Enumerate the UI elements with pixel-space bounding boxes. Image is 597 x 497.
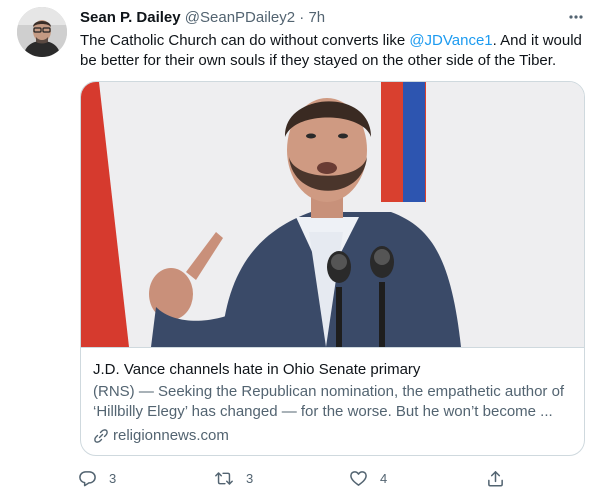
card-domain-text: religionnews.com xyxy=(113,427,229,444)
card-description-line: (RNS) — Seeking the Republican nominatio… xyxy=(93,383,565,400)
like-icon xyxy=(350,470,367,486)
avatar-image xyxy=(17,7,67,57)
like-button[interactable]: 4 xyxy=(349,467,387,489)
reply-icon xyxy=(79,470,96,486)
author-name[interactable]: Sean P. Dailey xyxy=(80,9,181,26)
retweet-button[interactable]: 3 xyxy=(214,467,253,489)
card-description: (RNS) — Seeking the Republican nominatio… xyxy=(93,382,573,422)
card-text-area[interactable]: J.D. Vance channels hate in Ohio Senate … xyxy=(81,347,584,455)
reply-button[interactable]: 3 xyxy=(78,467,116,489)
more-options-button[interactable] xyxy=(562,6,590,28)
retweet-icon xyxy=(215,471,233,485)
mention-link[interactable]: @JDVance1 xyxy=(409,32,492,49)
like-count: 4 xyxy=(380,470,388,486)
tweet-text: The Catholic Church can do without conve… xyxy=(80,31,585,71)
reply-count: 3 xyxy=(109,470,117,486)
link-icon xyxy=(94,429,108,443)
retweet-count: 3 xyxy=(246,470,254,486)
separator-dot: · xyxy=(299,9,305,26)
tweet-timestamp[interactable]: 7h xyxy=(308,9,325,26)
avatar[interactable] xyxy=(17,7,67,57)
share-icon xyxy=(488,470,503,486)
card-photo xyxy=(81,82,584,347)
card-domain[interactable]: religionnews.com xyxy=(93,426,229,446)
card-description-line: ‘Hillbilly Elegy’ has changed — for the … xyxy=(93,403,553,420)
tweet[interactable]: Sean P. Dailey @SeanPDailey2 · 7h The Ca… xyxy=(0,0,597,497)
card-title[interactable]: J.D. Vance channels hate in Ohio Senate … xyxy=(93,360,420,380)
tweet-text-part: The Catholic Church can do without conve… xyxy=(80,32,410,49)
author-handle[interactable]: @SeanPDailey2 xyxy=(185,9,295,26)
more-icon xyxy=(569,15,583,19)
card-image[interactable] xyxy=(81,82,584,347)
tweet-header: Sean P. Dailey @SeanPDailey2 · 7h xyxy=(80,9,325,27)
link-card[interactable]: J.D. Vance channels hate in Ohio Senate … xyxy=(80,81,585,456)
action-bar: 3 3 4 xyxy=(78,467,518,489)
share-button[interactable] xyxy=(486,467,505,489)
